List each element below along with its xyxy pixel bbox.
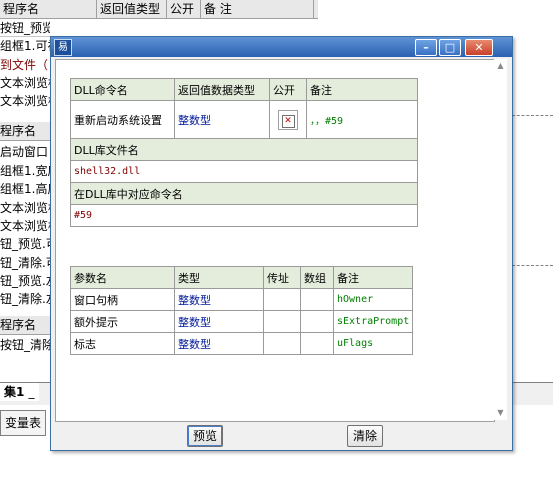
param-row[interactable]: 标志 整数型 uFlags [70,332,414,355]
param-type[interactable]: 整数型 [174,332,264,355]
bg-col-return: 返回值类型 [97,0,167,18]
dll-lib-header: DLL库文件名 [70,138,418,161]
dialog-titlebar[interactable]: 易 – □ ✕ [51,37,512,57]
param-array[interactable] [300,332,334,355]
param-name[interactable]: 额外提示 [70,310,175,333]
scroll-down-icon[interactable]: ▼ [495,408,506,418]
bg-col-name: 程序名 [0,0,97,18]
param-note[interactable]: uFlags [332,332,414,355]
bg-code-line[interactable]: 文本浏览框 [0,92,50,110]
dll-note-value[interactable]: ，，#59 [306,100,418,139]
dll-cmd-value[interactable]: #59 [70,204,418,227]
app-icon: 易 [54,39,72,56]
bg-code-line[interactable]: 到文件（ [0,56,50,74]
bg-code-line[interactable]: 文本浏览框 [0,199,50,217]
param-name[interactable]: 标志 [70,332,175,355]
bg-code-line[interactable]: 钮_预览.可 [0,235,50,253]
dll-preview-dialog: 易 – □ ✕ DLL命令名 返回值数据类型 公开 备注 重新启动系统设置 整数… [50,36,513,451]
variable-table-tab[interactable]: 变量表 [0,410,46,436]
param-byref[interactable] [263,332,301,355]
minimize-icon[interactable]: – [415,39,437,56]
bg-code-line[interactable]: 按钮_清除 [0,336,50,354]
param-note[interactable]: sExtraPrompt [332,310,414,333]
param-name-header: 参数名 [70,266,175,289]
maximize-icon[interactable]: □ [439,39,461,56]
scroll-up-icon[interactable]: ▲ [495,61,506,71]
param-note-header: 备注 [332,266,414,289]
vertical-scrollbar[interactable]: ▲ ▼ [494,59,507,420]
param-type[interactable]: 整数型 [174,288,264,311]
param-byref[interactable] [263,310,301,333]
param-byref-header: 传址 [263,266,301,289]
param-type-header: 类型 [174,266,264,289]
bg-code-line[interactable]: 文本浏览框 [0,217,50,235]
public-checkbox[interactable]: ✕ [278,109,298,130]
param-type[interactable]: 整数型 [174,310,264,333]
param-array-header: 数组 [300,266,334,289]
bg-code-line[interactable]: 钮_预览.左 [0,272,50,290]
preview-button[interactable]: 预览 [187,425,223,447]
bg-code-line[interactable]: 组框1.宽度 [0,162,50,180]
param-row[interactable]: 额外提示 整数型 sExtraPrompt [70,310,414,333]
close-icon[interactable]: ✕ [465,39,493,56]
clear-button[interactable]: 清除 [347,425,383,447]
dll-public-header: 公开 [269,78,307,101]
bg-col-note: 备 注 [201,0,314,18]
dll-return-header: 返回值数据类型 [174,78,270,101]
param-name[interactable]: 窗口句柄 [70,288,175,311]
dll-name-header: DLL命令名 [70,78,175,101]
bg-code-line[interactable]: 钮_清除.可 [0,254,50,272]
param-array[interactable] [300,288,334,311]
dll-return-value[interactable]: 整数型 [174,100,270,139]
dll-cmd-header: 在DLL库中对应命令名 [70,182,418,205]
bg-col-public: 公开 [167,0,201,18]
bg-code-line[interactable]: 启动窗口 [0,143,50,161]
bg-code-line[interactable]: 组框1.高度 [0,180,50,198]
dll-params-table: 参数名 类型 传址 数组 备注 窗口句柄 整数型 hOwner 额外提示 整数型… [70,266,414,355]
bg-code-line[interactable]: 钮_清除.左 [0,290,50,308]
bg-code-line[interactable]: 按钮_预览_被单击 [0,19,50,37]
dashed-separator [512,265,553,266]
dll-note-header: 备注 [306,78,418,101]
bg-table-header: 程序名 返回值类型 公开 备 注 [0,0,318,19]
param-row[interactable]: 窗口句柄 整数型 hOwner [70,288,414,311]
tab-set1[interactable]: 集1 _ [0,383,39,401]
dll-lib-value[interactable]: shell32.dll [70,160,418,183]
param-byref[interactable] [263,288,301,311]
param-array[interactable] [300,310,334,333]
dll-declaration-table: DLL命令名 返回值数据类型 公开 备注 重新启动系统设置 整数型 ✕ ，，#5… [70,78,418,227]
dll-name-value[interactable]: 重新启动系统设置 [70,100,175,139]
bg-code-line[interactable]: 文本浏览框 [0,74,50,92]
dashed-separator [512,115,553,116]
param-note[interactable]: hOwner [332,288,414,311]
bg-code-line[interactable]: 组框1.可视 [0,37,50,55]
dll-content-area: DLL命令名 返回值数据类型 公开 备注 重新启动系统设置 整数型 ✕ ，，#5… [55,59,495,422]
